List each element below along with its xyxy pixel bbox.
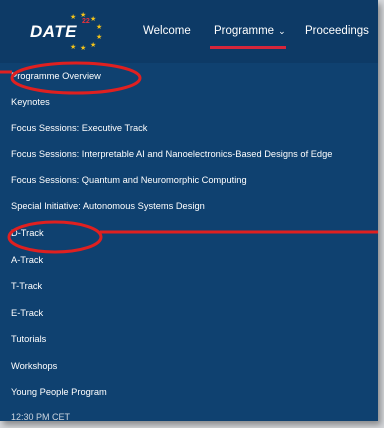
- menu-item-t-track[interactable]: T-Track: [11, 281, 42, 291]
- menu-item-e-track[interactable]: E-Track: [11, 308, 43, 318]
- menu-item-keynotes[interactable]: Keynotes: [11, 97, 50, 107]
- menu-item-a-track[interactable]: A-Track: [11, 255, 43, 265]
- menu-item-workshops[interactable]: Workshops: [11, 361, 57, 371]
- menu-item-focus-executive[interactable]: Focus Sessions: Executive Track: [11, 123, 147, 133]
- nav-programme-label: Programme: [214, 25, 275, 37]
- nav-programme[interactable]: Programme ⌄: [214, 25, 286, 37]
- menu-item-special-initiative[interactable]: Special Initiative: Autonomous Systems D…: [11, 201, 205, 211]
- logo-year: 22: [82, 18, 90, 25]
- date-logo[interactable]: ★ ★ ★ ★ ★ ★ ★ ★ DATE 22: [30, 12, 102, 54]
- menu-item-tutorials[interactable]: Tutorials: [11, 334, 46, 344]
- logo-text: DATE: [30, 22, 78, 41]
- menu-item-programme-overview[interactable]: Programme Overview: [11, 71, 101, 81]
- partial-session-time: 12:30 PM CET: [11, 412, 71, 421]
- nav-proceedings[interactable]: Proceedings: [305, 25, 369, 37]
- site-header: ★ ★ ★ ★ ★ ★ ★ ★ DATE 22 Welcome Programm…: [0, 0, 378, 63]
- active-nav-underline: [210, 46, 286, 49]
- nav-welcome[interactable]: Welcome: [143, 25, 191, 37]
- menu-item-young-people-program[interactable]: Young People Program: [11, 387, 107, 397]
- menu-item-focus-interpretable-ai[interactable]: Focus Sessions: Interpretable AI and Nan…: [11, 149, 332, 159]
- programme-dropdown-menu: Programme Overview Keynotes Focus Sessio…: [0, 63, 378, 421]
- menu-item-d-track[interactable]: D-Track: [11, 228, 44, 238]
- chevron-down-icon: ⌄: [278, 26, 286, 36]
- menu-item-focus-quantum[interactable]: Focus Sessions: Quantum and Neuromorphic…: [11, 175, 247, 185]
- browser-frame: ★ ★ ★ ★ ★ ★ ★ ★ DATE 22 Welcome Programm…: [0, 0, 378, 421]
